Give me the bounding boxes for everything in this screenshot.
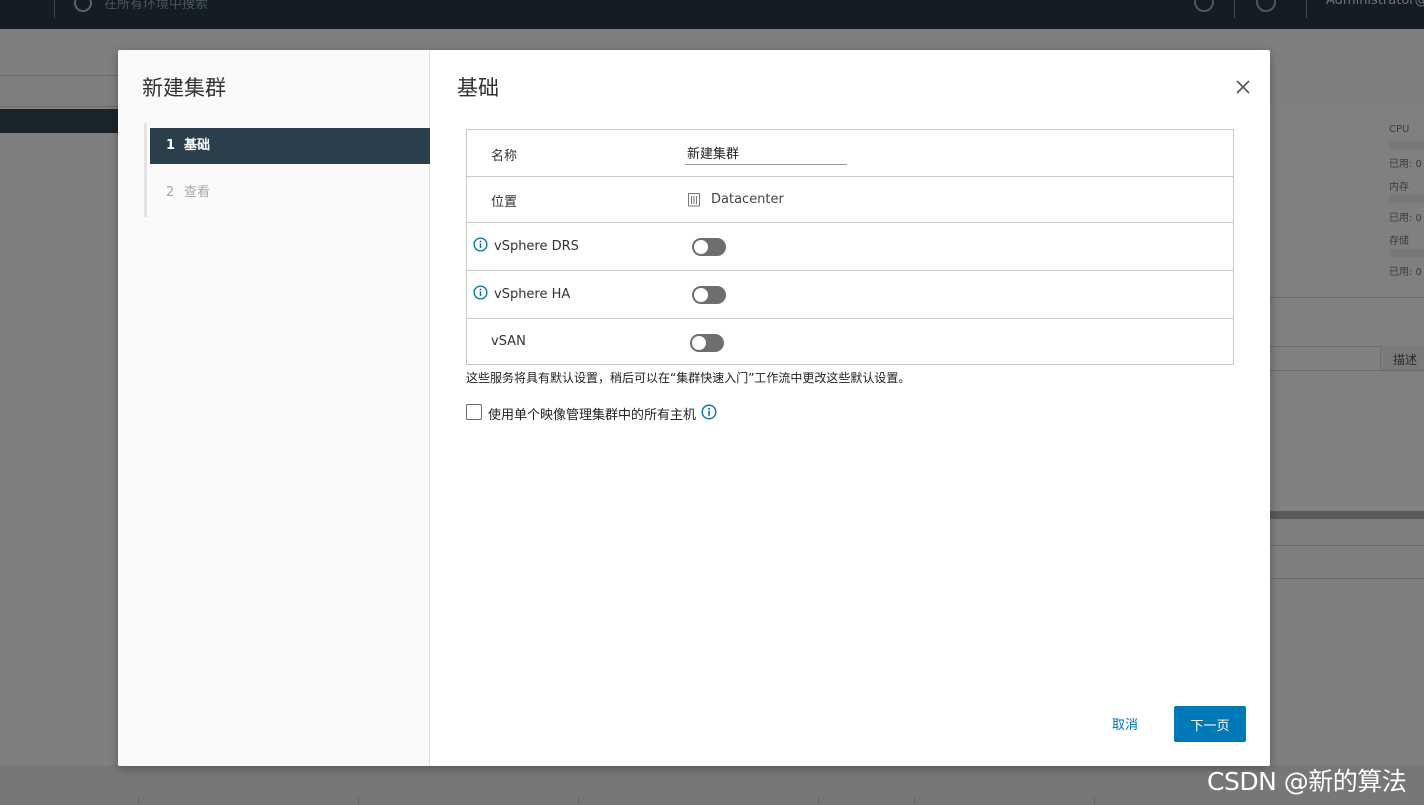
close-icon[interactable] [1232, 76, 1254, 98]
wizard-step-review[interactable]: 2 查看 [150, 175, 430, 211]
cpu-bar [1389, 141, 1424, 149]
app-header: 在所有环境中搜索 Administrator@ [0, 0, 1424, 29]
toggle-knob [694, 288, 708, 302]
column-divider [818, 797, 819, 805]
header-divider [54, 0, 55, 18]
background-divider [1270, 370, 1424, 371]
table-header-desc[interactable]: 描述 [1380, 346, 1424, 370]
info-icon[interactable] [701, 404, 717, 420]
step-rail [144, 123, 147, 217]
form-row-vsan: vSAN [467, 319, 1233, 364]
ha-toggle[interactable] [692, 286, 726, 304]
header-divider [1234, 0, 1235, 18]
cluster-name-input[interactable] [685, 143, 847, 165]
toggle-knob [694, 240, 708, 254]
global-search-placeholder[interactable]: 在所有环境中搜索 [104, 0, 208, 12]
single-image-checkbox[interactable] [466, 404, 482, 420]
background-divider [1270, 545, 1424, 546]
cpu-used: 已用: 0 [1389, 159, 1422, 170]
form-row-ha: vSphere HA [467, 271, 1233, 319]
background-divider [0, 106, 118, 107]
page-title: 基础 [457, 76, 499, 100]
help-icon[interactable] [1256, 0, 1276, 12]
column-divider [138, 797, 139, 805]
memory-bar [1389, 195, 1424, 203]
user-menu[interactable]: Administrator@ [1326, 0, 1424, 8]
background-divider [1270, 578, 1424, 579]
datacenter-icon [688, 193, 700, 207]
watermark: CSDN @新的算法 [1207, 767, 1407, 796]
memory-label: 内存 [1389, 182, 1409, 193]
ha-label: vSphere HA [494, 287, 571, 302]
form-row-name: 名称 [467, 130, 1233, 177]
wizard-step-basics[interactable]: 1 基础 [150, 128, 430, 164]
refresh-icon[interactable] [1194, 0, 1214, 12]
form-row-location: 位置 Datacenter [467, 177, 1233, 223]
cluster-settings-form: 名称 位置 Datacenter [466, 129, 1234, 365]
next-button[interactable]: 下一页 [1174, 706, 1246, 742]
form-row-drs: vSphere DRS [467, 223, 1233, 271]
search-icon[interactable] [74, 0, 92, 12]
wizard-title: 新建集群 [142, 76, 226, 100]
wizard-content: 基础 名称 位置 Datacenter [430, 50, 1270, 766]
background-splitter[interactable] [1270, 511, 1424, 519]
new-cluster-dialog: 新建集群 1 基础 2 查看 基础 名称 位置 [118, 50, 1270, 766]
background-selected-row [0, 109, 118, 133]
single-image-label[interactable]: 使用单个映像管理集群中的所有主机 [488, 404, 696, 423]
name-label: 名称 [491, 149, 518, 164]
info-icon[interactable] [473, 237, 488, 252]
background-divider [0, 75, 118, 76]
step-number: 2 [166, 185, 175, 200]
background-divider [1270, 297, 1424, 298]
background-summary-panel [1270, 110, 1424, 515]
info-icon[interactable] [473, 285, 488, 300]
step-number: 1 [166, 138, 176, 153]
wizard-step-nav: 新建集群 1 基础 2 查看 [118, 50, 430, 766]
column-divider [358, 797, 359, 805]
location-value: Datacenter [711, 192, 784, 207]
step-label: 基础 [184, 138, 211, 153]
step-label: 查看 [184, 185, 211, 200]
drs-label: vSphere DRS [494, 239, 579, 254]
storage-used: 已用: 0 [1389, 267, 1422, 278]
storage-bar [1389, 249, 1424, 257]
drs-toggle[interactable] [692, 238, 726, 256]
default-settings-note: 这些服务将具有默认设置，稍后可以在“集群快速入门”工作流中更改这些默认设置。 [466, 371, 911, 385]
location-label: 位置 [491, 195, 518, 210]
memory-used: 已用: 0 [1389, 213, 1422, 224]
storage-label: 存储 [1389, 236, 1409, 247]
cancel-button[interactable]: 取消 [1100, 708, 1150, 738]
vsan-toggle[interactable] [690, 334, 724, 352]
column-divider [914, 797, 915, 805]
column-divider [1094, 797, 1095, 805]
column-divider [578, 797, 579, 805]
vsan-label: vSAN [491, 334, 526, 349]
cpu-label: CPU [1389, 124, 1410, 135]
header-divider [1306, 0, 1307, 18]
toggle-knob [692, 336, 706, 350]
